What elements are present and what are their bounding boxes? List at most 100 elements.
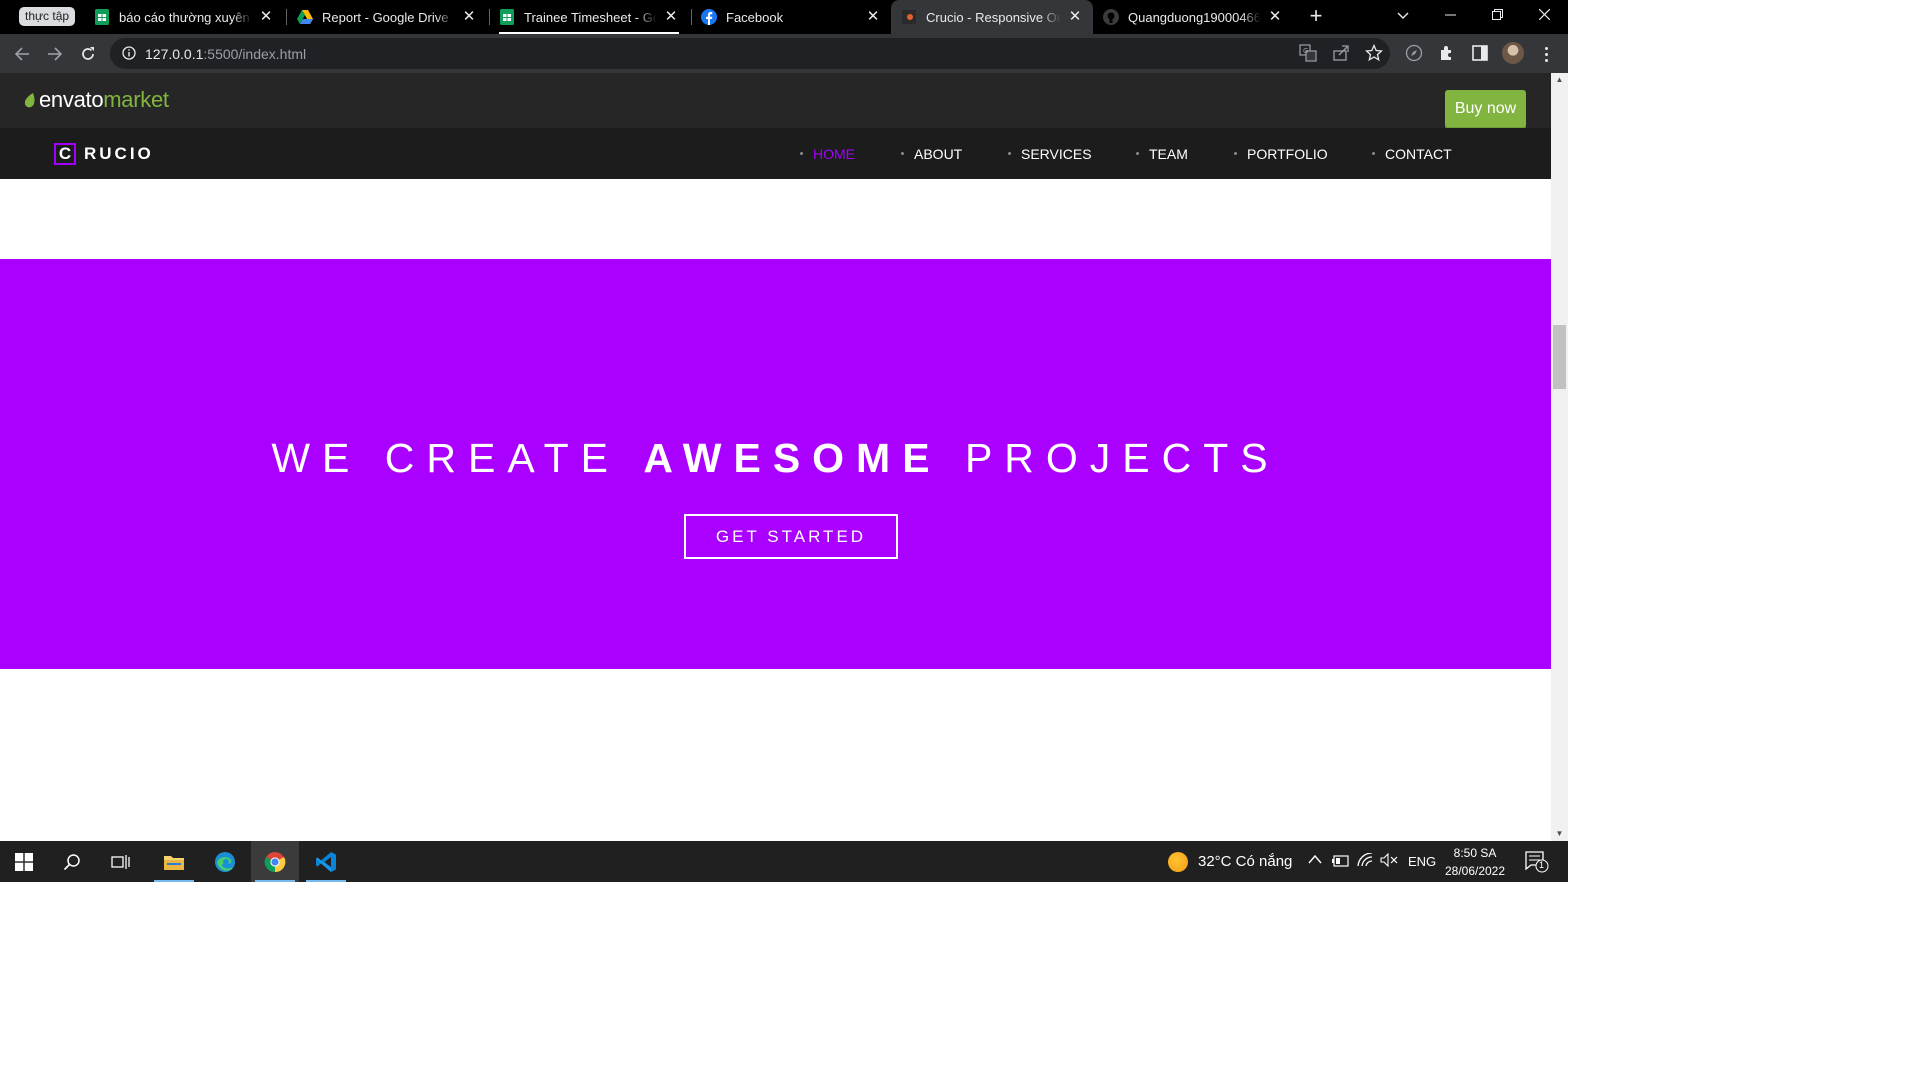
scrollbar-thumb[interactable]	[1553, 325, 1566, 389]
nav-label: PORTFOLIO	[1247, 145, 1328, 162]
envato-logo[interactable]: envato market	[24, 87, 169, 113]
side-panel-icon[interactable]	[1470, 43, 1490, 63]
profile-avatar[interactable]	[1502, 42, 1524, 64]
battery-icon[interactable]	[1332, 854, 1350, 871]
share-icon[interactable]	[1331, 43, 1351, 63]
nav-bullet	[901, 152, 904, 155]
nav-about[interactable]: ABOUT	[901, 128, 962, 179]
close-icon[interactable]: ✕	[1267, 9, 1283, 25]
tab-github[interactable]: Quangduong19000466/project ✕	[1093, 0, 1293, 34]
translate-icon[interactable]: G	[1298, 43, 1318, 63]
nav-portfolio[interactable]: PORTFOLIO	[1234, 128, 1328, 179]
menu-kebab-icon[interactable]	[1536, 44, 1556, 64]
nav-bullet	[1136, 152, 1139, 155]
task-view-icon[interactable]	[97, 841, 145, 882]
tab-search-chevron-icon[interactable]	[1380, 0, 1426, 34]
scroll-down-arrow-icon[interactable]: ▼	[1551, 827, 1568, 841]
minimize-icon[interactable]	[1427, 0, 1473, 34]
file-explorer-icon[interactable]	[150, 841, 198, 882]
close-window-icon[interactable]	[1521, 0, 1567, 34]
notification-count: 1	[1539, 860, 1545, 870]
nav-label: CONTACT	[1385, 145, 1452, 162]
close-icon[interactable]: ✕	[1067, 9, 1083, 25]
close-icon[interactable]: ✕	[663, 9, 679, 25]
brand-letter-box: C	[54, 143, 76, 165]
envato-preview-bar: envato market Buy now	[0, 73, 1551, 128]
brand-name: RUCIO	[84, 144, 154, 163]
clock-time: 8:50 SA	[1453, 846, 1497, 860]
tab-bao-cao[interactable]: báo cáo thường xuyên thực tập ✕	[84, 0, 284, 34]
close-icon[interactable]: ✕	[258, 9, 274, 25]
vscode-icon[interactable]	[302, 841, 350, 882]
tab-title: Report - Google Drive	[322, 9, 449, 25]
get-started-button[interactable]: GET STARTED	[684, 514, 898, 559]
nav-bullet	[800, 152, 803, 155]
tab-strip: thực tập báo cáo thường xuyên thực tập ✕…	[0, 0, 1568, 34]
tab-title: Facebook	[726, 9, 784, 25]
logo-word-envato: envato	[39, 87, 104, 112]
envato-favicon-icon	[901, 9, 917, 25]
wifi-icon[interactable]	[1357, 852, 1373, 871]
tab-crucio[interactable]: Crucio - Responsive One Page ✕	[891, 0, 1093, 34]
google-sheets-icon	[499, 9, 515, 25]
hero-title-bold: AWESOME	[643, 435, 942, 481]
scroll-up-arrow-icon[interactable]: ▲	[1551, 73, 1568, 87]
url-text: 127.0.0.1:5500/index.html	[145, 46, 306, 62]
close-icon[interactable]: ✕	[865, 9, 881, 25]
svg-text:G: G	[1303, 47, 1308, 55]
page-scrollbar[interactable]: ▲ ▼	[1551, 73, 1568, 841]
new-tab-button[interactable]: +	[1305, 5, 1327, 28]
nav-team[interactable]: TEAM	[1136, 128, 1188, 179]
tab-title: Crucio - Responsive One Page	[926, 9, 1061, 25]
hero-title: WE CREATE AWESOME PROJECTS	[0, 435, 1551, 482]
logo-word-market: market	[103, 87, 169, 112]
nav-services[interactable]: SERVICES	[1008, 128, 1092, 179]
url-host: 127.0.0.1	[145, 46, 204, 62]
weather-sun-icon[interactable]	[1168, 852, 1188, 872]
search-icon[interactable]	[48, 841, 96, 882]
reload-icon[interactable]	[75, 41, 101, 67]
back-icon[interactable]	[9, 41, 35, 67]
tab-facebook[interactable]: Facebook ✕	[691, 0, 891, 34]
tab-title: Quangduong19000466/project	[1128, 9, 1261, 25]
tab-title: báo cáo thường xuyên thực tập	[119, 9, 252, 25]
chrome-icon[interactable]	[251, 841, 299, 882]
nav-home[interactable]: HOME	[800, 128, 855, 179]
tab-trainee-timesheet[interactable]: Trainee Timesheet - Google Sheets ✕	[489, 0, 689, 34]
tray-chevron-up-icon[interactable]	[1308, 851, 1322, 868]
forward-icon[interactable]	[42, 41, 68, 67]
facebook-icon	[701, 9, 717, 25]
envato-leaf-icon	[24, 92, 35, 107]
extension-compass-icon[interactable]	[1404, 43, 1424, 63]
buy-now-button[interactable]: Buy now	[1445, 90, 1526, 127]
tab-title: Trainee Timesheet - Google Sheets	[524, 9, 657, 25]
clock-date: 28/06/2022	[1444, 864, 1506, 878]
volume-muted-icon[interactable]	[1380, 852, 1398, 871]
tab-report-drive[interactable]: Report - Google Drive ✕	[287, 0, 487, 34]
weather-text[interactable]: 32°C Có nắng	[1198, 853, 1292, 870]
bookmark-star-icon[interactable]	[1364, 43, 1384, 63]
nav-label: HOME	[813, 145, 855, 162]
restore-icon[interactable]	[1474, 0, 1520, 34]
edge-icon[interactable]	[201, 841, 249, 882]
nav-label: ABOUT	[914, 145, 963, 162]
crucio-logo[interactable]: C RUCIO	[54, 143, 154, 165]
clock[interactable]: 8:50 SA 28/06/2022	[1440, 844, 1510, 880]
site-info-icon[interactable]	[122, 46, 136, 60]
windows-taskbar: 32°C Có nắng ENG 8:50 SA 28/06/2022 1	[0, 841, 1568, 882]
extensions-puzzle-icon[interactable]	[1437, 43, 1457, 63]
language-indicator[interactable]: ENG	[1408, 854, 1436, 869]
hero-title-pre: WE CREATE	[271, 435, 644, 481]
tab-group-label[interactable]: thực tập	[19, 7, 76, 26]
notification-center-icon[interactable]	[1525, 851, 1549, 877]
nav-label: SERVICES	[1021, 145, 1092, 162]
url-path: :5500/index.html	[203, 46, 307, 62]
browser-toolbar: 127.0.0.1:5500/index.html G	[0, 34, 1568, 73]
start-windows-icon[interactable]	[0, 841, 48, 882]
close-icon[interactable]: ✕	[461, 9, 477, 25]
address-bar[interactable]: 127.0.0.1:5500/index.html	[110, 38, 1390, 69]
nav-contact[interactable]: CONTACT	[1372, 128, 1452, 179]
site-navbar: C RUCIO HOME ABOUT SERVICES TEAM PORTFOL…	[0, 128, 1551, 179]
google-drive-icon	[297, 9, 313, 25]
nav-label: TEAM	[1149, 145, 1188, 162]
